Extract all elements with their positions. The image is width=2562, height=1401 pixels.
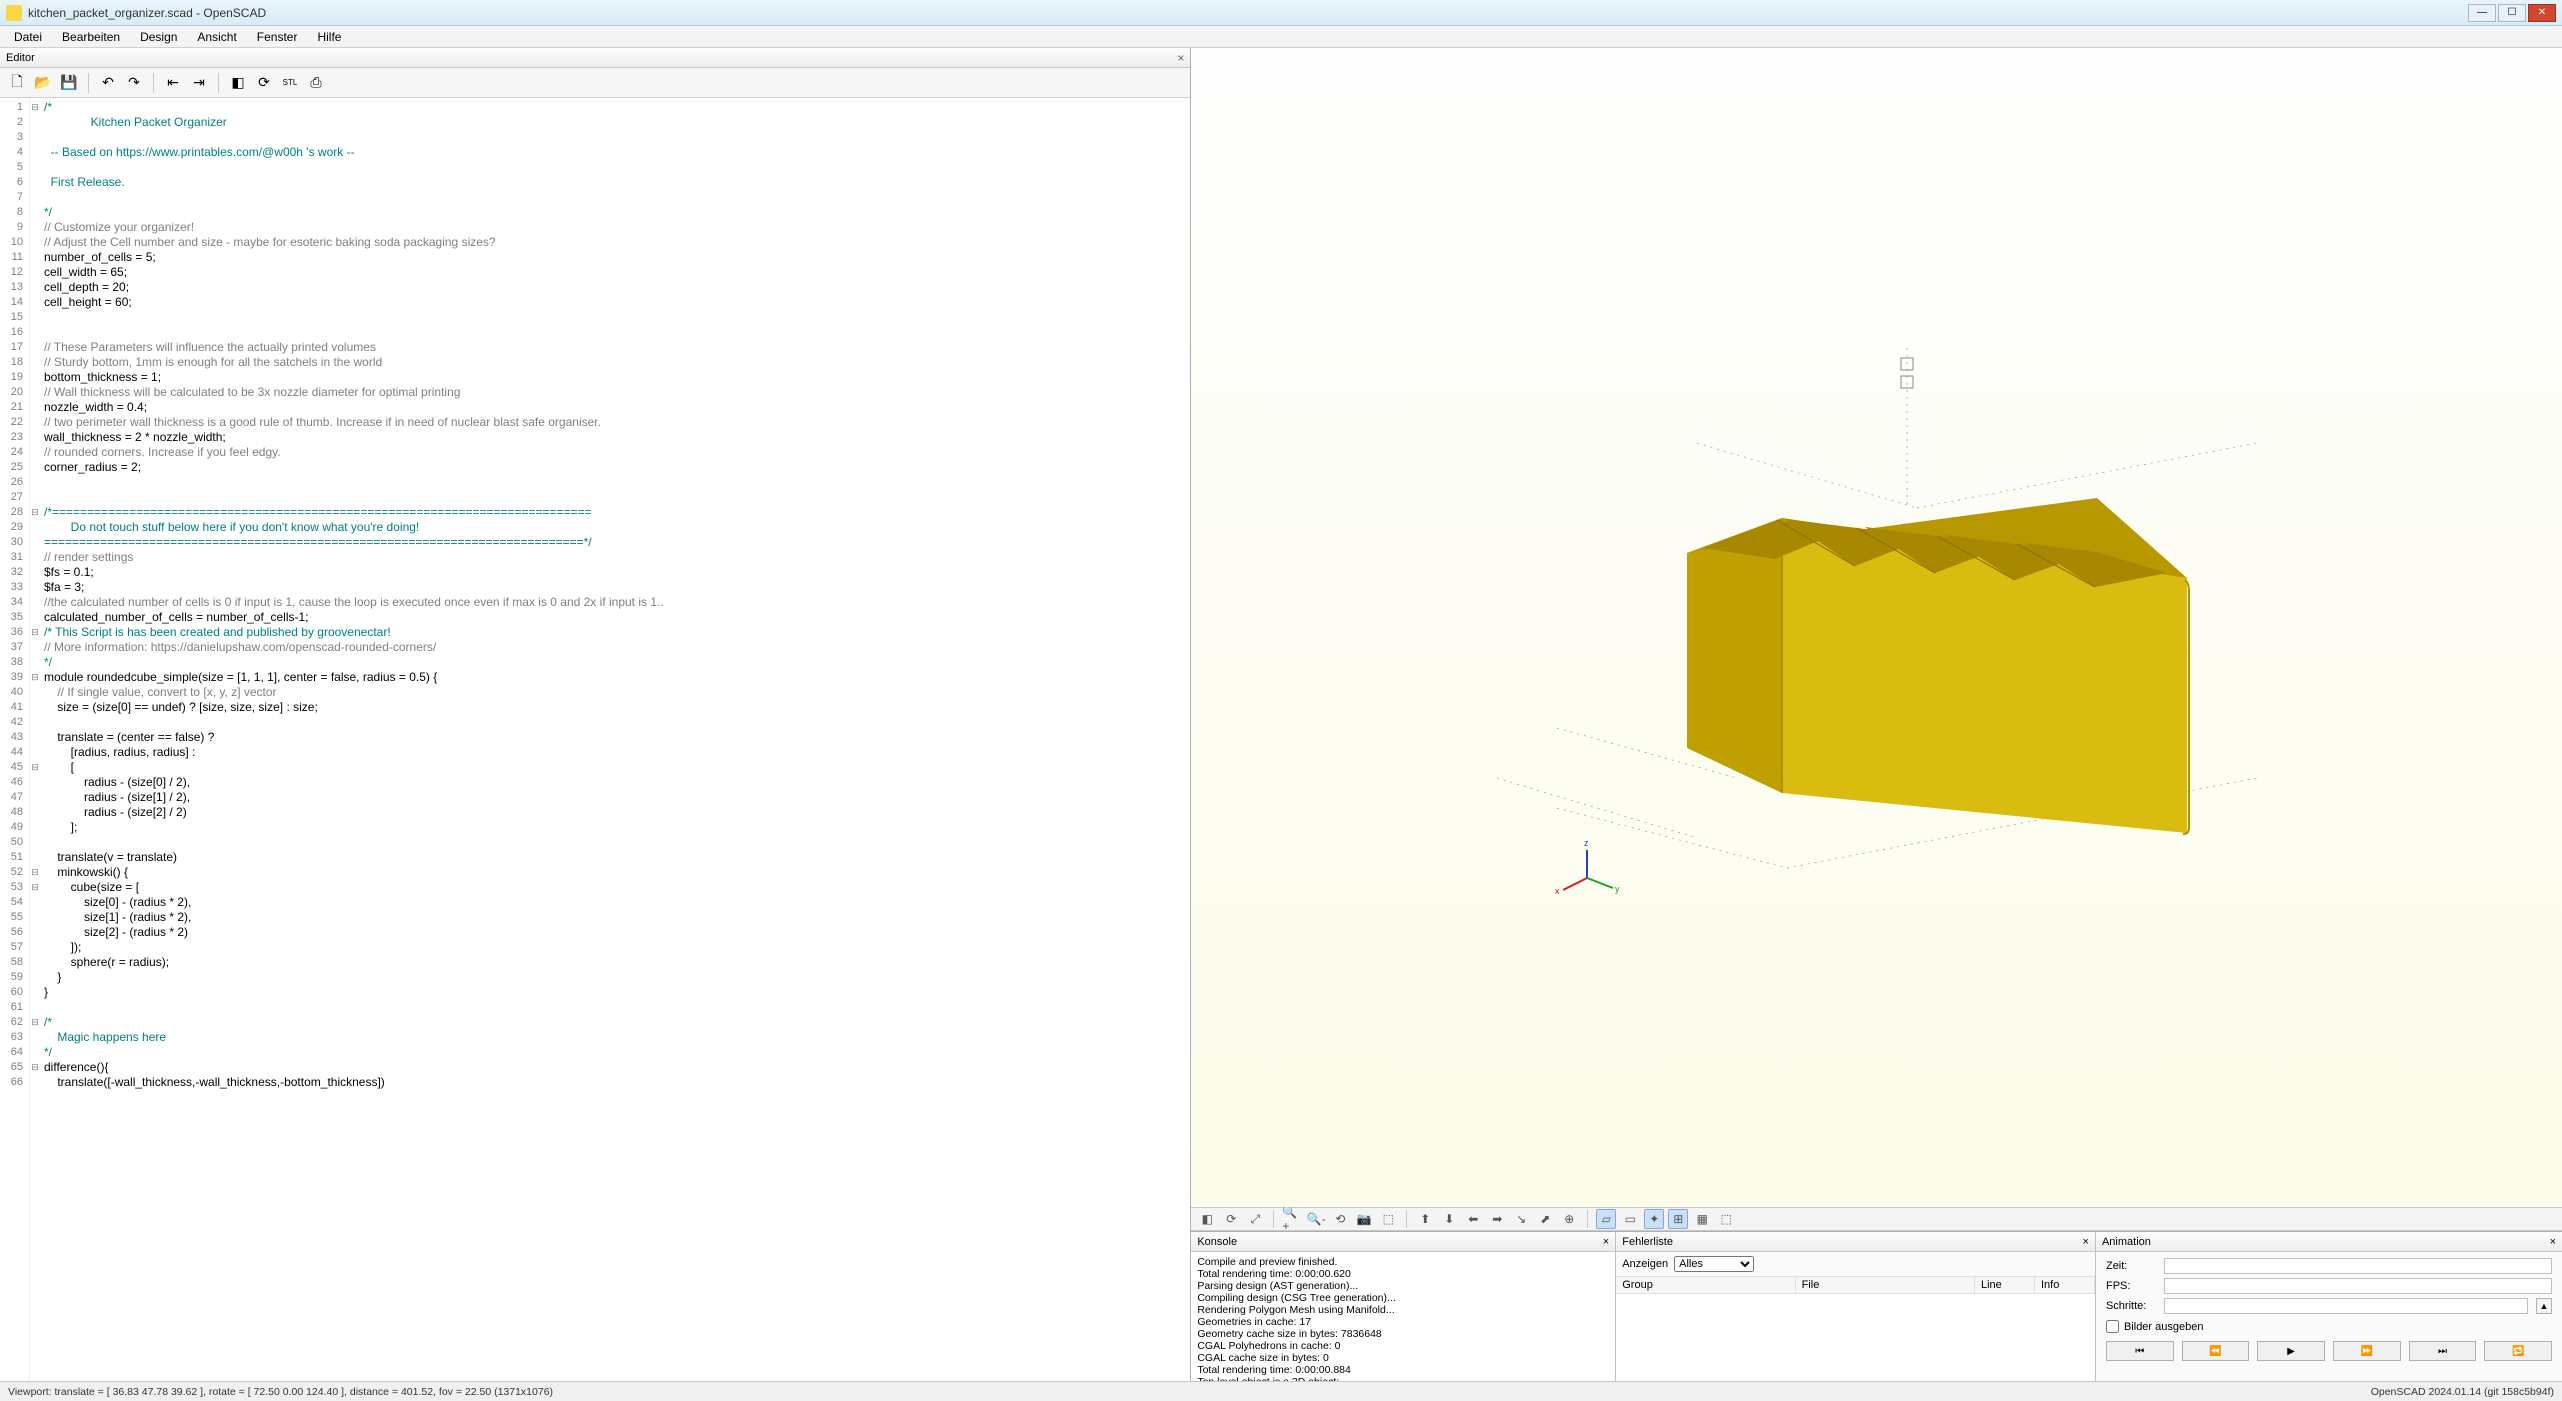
render-icon[interactable]: ⟳ (253, 72, 275, 94)
status-version: OpenSCAD 2024.01.14 (git 158c5b94f) (2371, 1386, 2554, 1398)
maximize-button[interactable]: ☐ (2498, 4, 2526, 22)
status-viewport-info: Viewport: translate = [ 36.83 47.78 39.6… (8, 1386, 553, 1398)
window-titlebar: kitchen_packet_organizer.scad - OpenSCAD… (0, 0, 2562, 26)
indent-icon[interactable]: ⇥ (188, 72, 210, 94)
close-button[interactable]: ✕ (2528, 4, 2556, 22)
window-title: kitchen_packet_organizer.scad - OpenSCAD (28, 6, 2468, 20)
undo-icon[interactable]: ↶ (97, 72, 119, 94)
menu-hilfe[interactable]: Hilfe (307, 28, 351, 46)
anim-time-input[interactable] (2164, 1258, 2552, 1274)
anim-steps-label: Schritte: (2106, 1300, 2156, 1312)
viewport-toolbar: ◧⟳⤢🔍+🔍-⟲📷⬚⬆⬇⬅➡↘⬈⊕▱▭✦⊞▦⬚ (1191, 1207, 2562, 1231)
anim-time-label: Zeit: (2106, 1260, 2156, 1272)
diagonal-view-icon[interactable]: ⬈ (1535, 1209, 1555, 1229)
front-view-icon[interactable]: ⬚ (1378, 1209, 1398, 1229)
editor-close-button[interactable]: × (1177, 51, 1184, 65)
anim-control-0[interactable]: ⏮ (2106, 1341, 2174, 1361)
editor-panel: Editor × 🗋📂💾 ↶↷ ⇤⇥ ◧⟳STL⎙ 12345678910111213… (0, 48, 1191, 1381)
menu-bearbeiten[interactable]: Bearbeiten (52, 28, 130, 46)
menu-design[interactable]: Design (130, 28, 187, 46)
perspective-icon[interactable]: ▱ (1596, 1209, 1616, 1229)
preview-icon[interactable]: ◧ (227, 72, 249, 94)
anim-control-1[interactable]: ⏪ (2182, 1341, 2250, 1361)
right-view-icon[interactable]: ➡ (1487, 1209, 1507, 1229)
svg-text:y: y (1615, 884, 1620, 894)
back-view-icon[interactable]: ↘ (1511, 1209, 1531, 1229)
menu-ansicht[interactable]: Ansicht (187, 28, 246, 46)
anim-control-2[interactable]: ▶ (2257, 1341, 2325, 1361)
export-stl-icon[interactable]: STL (279, 72, 301, 94)
console-title: Konsole (1197, 1236, 1237, 1248)
animation-close-button[interactable]: × (2550, 1236, 2556, 1248)
open-file-icon[interactable]: 📂 (32, 72, 54, 94)
errors-table-body[interactable] (1616, 1294, 2095, 1381)
errors-title: Fehlerliste (1622, 1236, 1673, 1248)
anim-steps-input[interactable] (2164, 1298, 2528, 1314)
top-view-icon[interactable]: ⬆ (1415, 1209, 1435, 1229)
send-3dprint-icon[interactable]: ⎙ (305, 72, 327, 94)
orthogonal-icon[interactable]: ▭ (1620, 1209, 1640, 1229)
zoom-in-icon[interactable]: 🔍+ (1282, 1209, 1302, 1229)
menubar: DateiBearbeitenDesignAnsichtFensterHilfe (0, 26, 2562, 48)
rendered-model: z y x (1497, 348, 2257, 908)
zoom-out-icon[interactable]: 🔍- (1306, 1209, 1326, 1229)
editor-header: Editor × (0, 48, 1190, 68)
statusbar: Viewport: translate = [ 36.83 47.78 39.6… (0, 1381, 2562, 1401)
errors-table-header: GroupFileLineInfo (1616, 1277, 2095, 1294)
console-close-button[interactable]: × (1603, 1236, 1609, 1248)
axes-icon[interactable]: ✦ (1644, 1209, 1664, 1229)
console-output[interactable]: Compile and preview finished.Total rende… (1191, 1252, 1615, 1381)
errors-panel: Fehlerliste × Anzeigen Alles GroupFileLi… (1616, 1232, 2096, 1381)
animation-title: Animation (2102, 1236, 2151, 1248)
errors-filter-select[interactable]: Alles (1674, 1256, 1754, 1272)
menu-fenster[interactable]: Fenster (247, 28, 308, 46)
scale-markers-icon[interactable]: ⊞ (1668, 1209, 1688, 1229)
editor-toolbar: 🗋📂💾 ↶↷ ⇤⇥ ◧⟳STL⎙ (0, 68, 1190, 98)
bottom-view-icon[interactable]: ⬇ (1439, 1209, 1459, 1229)
svg-text:x: x (1555, 886, 1560, 896)
errors-close-button[interactable]: × (2083, 1236, 2089, 1248)
anim-fps-input[interactable] (2164, 1278, 2552, 1294)
anim-dump-label: Bilder ausgeben (2124, 1321, 2204, 1333)
anim-control-5[interactable]: 🔁 (2484, 1341, 2552, 1361)
reset-view-icon[interactable]: ⟲ (1330, 1209, 1350, 1229)
animation-panel: Animation × Zeit: FPS: Schrit (2096, 1232, 2562, 1381)
3d-viewport[interactable]: z y x (1191, 48, 2562, 1207)
preview-icon[interactable]: ◧ (1197, 1209, 1217, 1229)
svg-text:z: z (1584, 838, 1589, 848)
center-icon[interactable]: ⊕ (1559, 1209, 1579, 1229)
editor-title: Editor (6, 52, 35, 64)
export-image-icon[interactable]: 📷 (1354, 1209, 1374, 1229)
minimize-button[interactable]: — (2468, 4, 2496, 22)
new-file-icon[interactable]: 🗋 (6, 72, 28, 94)
openscad-icon (6, 5, 22, 21)
anim-control-4[interactable]: ⏭ (2409, 1341, 2477, 1361)
errors-col-group[interactable]: Group (1616, 1277, 1795, 1293)
left-view-icon[interactable]: ⬅ (1463, 1209, 1483, 1229)
save-file-icon[interactable]: 💾 (58, 72, 80, 94)
anim-fps-label: FPS: (2106, 1280, 2156, 1292)
errors-col-line[interactable]: Line (1975, 1277, 2035, 1293)
anim-dump-checkbox[interactable] (2106, 1320, 2119, 1333)
view-all-icon[interactable]: ⤢ (1245, 1209, 1265, 1229)
console-panel: Konsole × Compile and preview finished.T… (1191, 1232, 1616, 1381)
wireframe-icon[interactable]: ⬚ (1716, 1209, 1736, 1229)
code-editor[interactable]: 1234567891011121314151617181920212223242… (0, 98, 1190, 1381)
unindent-icon[interactable]: ⇤ (162, 72, 184, 94)
render-icon[interactable]: ⟳ (1221, 1209, 1241, 1229)
anim-control-3[interactable]: ⏩ (2333, 1341, 2401, 1361)
edges-icon[interactable]: ▦ (1692, 1209, 1712, 1229)
errors-col-info[interactable]: Info (2035, 1277, 2095, 1293)
anim-step-up-button[interactable]: ▲ (2536, 1298, 2552, 1314)
redo-icon[interactable]: ↷ (123, 72, 145, 94)
errors-col-file[interactable]: File (1796, 1277, 1975, 1293)
errors-filter-label: Anzeigen (1622, 1258, 1668, 1270)
menu-datei[interactable]: Datei (4, 28, 52, 46)
